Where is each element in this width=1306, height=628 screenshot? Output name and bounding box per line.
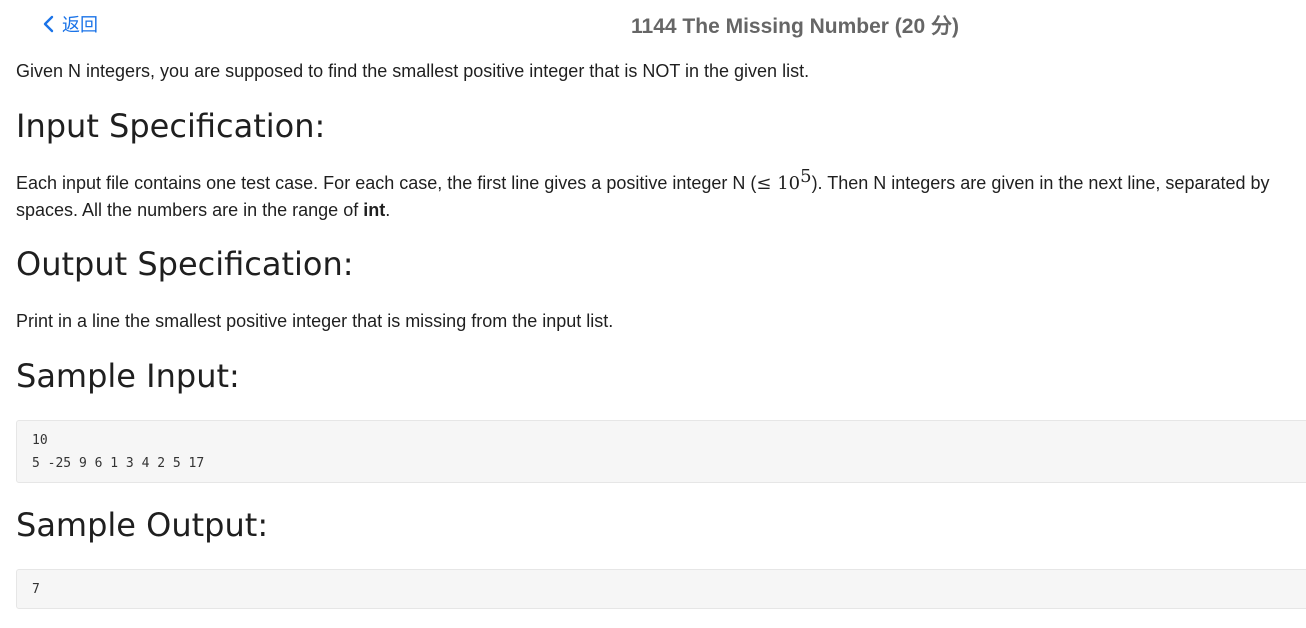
input-spec-part-3: . bbox=[385, 200, 391, 220]
output-spec-heading: Output Specification: bbox=[16, 245, 354, 283]
input-spec-bold-int: int bbox=[363, 200, 386, 220]
sample-input-code: 10 5 -25 9 6 1 3 4 2 5 17 bbox=[16, 420, 1306, 483]
sample-output-code: 7 bbox=[16, 569, 1306, 609]
input-spec-heading: Input Specification: bbox=[16, 107, 326, 145]
page-title: 1144 The Missing Number (20 分) bbox=[631, 15, 959, 38]
input-math-exp: 5 bbox=[800, 166, 812, 187]
problem-intro: Given N integers, you are supposed to fi… bbox=[16, 61, 810, 81]
page-header: 返回 1144 The Missing Number (20 分) bbox=[0, 0, 1306, 48]
input-spec-part-1: Each input file contains one test case. … bbox=[16, 173, 757, 193]
sample-input-heading: Sample Input: bbox=[16, 357, 240, 395]
input-math-le: ≤ 10 bbox=[756, 173, 801, 194]
output-spec-text: Print in a line the smallest positive in… bbox=[16, 311, 614, 331]
sample-output-heading: Sample Output: bbox=[16, 506, 269, 544]
input-spec-text: Each input file contains one test case. … bbox=[16, 168, 1306, 223]
